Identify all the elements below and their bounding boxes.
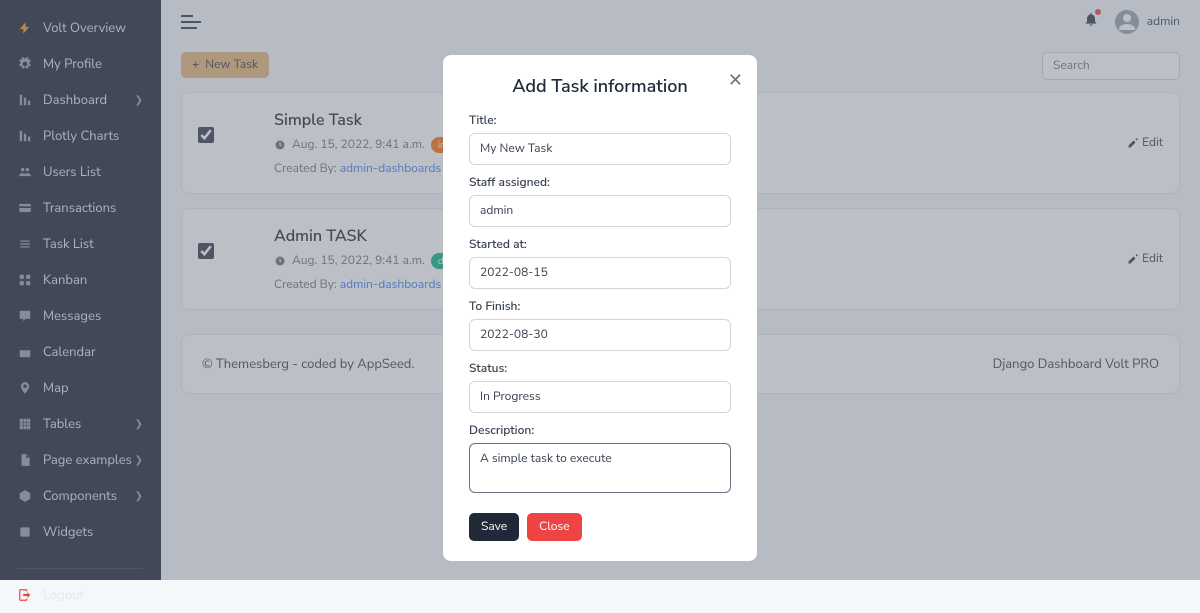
description-textarea[interactable]: A simple task to execute [469,443,731,493]
status-select[interactable] [469,381,731,413]
save-button[interactable]: Save [469,513,519,541]
close-icon[interactable]: ✕ [728,69,743,93]
finish-input[interactable] [469,319,731,351]
description-label: Description: [469,423,731,439]
status-label: Status: [469,361,731,377]
sidebar-item-label: Logout [43,586,143,604]
title-input[interactable] [469,133,731,165]
add-task-modal: ✕ Add Task information Title: Staff assi… [443,55,757,561]
close-button[interactable]: Close [527,513,581,541]
started-input[interactable] [469,257,731,289]
modal-overlay[interactable]: ✕ Add Task information Title: Staff assi… [0,0,1200,580]
finish-label: To Finish: [469,299,731,315]
staff-label: Staff assigned: [469,175,731,191]
staff-select[interactable] [469,195,731,227]
title-label: Title: [469,113,731,129]
sidebar-item-logout[interactable]: Logout [0,577,161,613]
started-label: Started at: [469,237,731,253]
logout-icon [18,588,32,602]
modal-title: Add Task information [469,75,731,99]
